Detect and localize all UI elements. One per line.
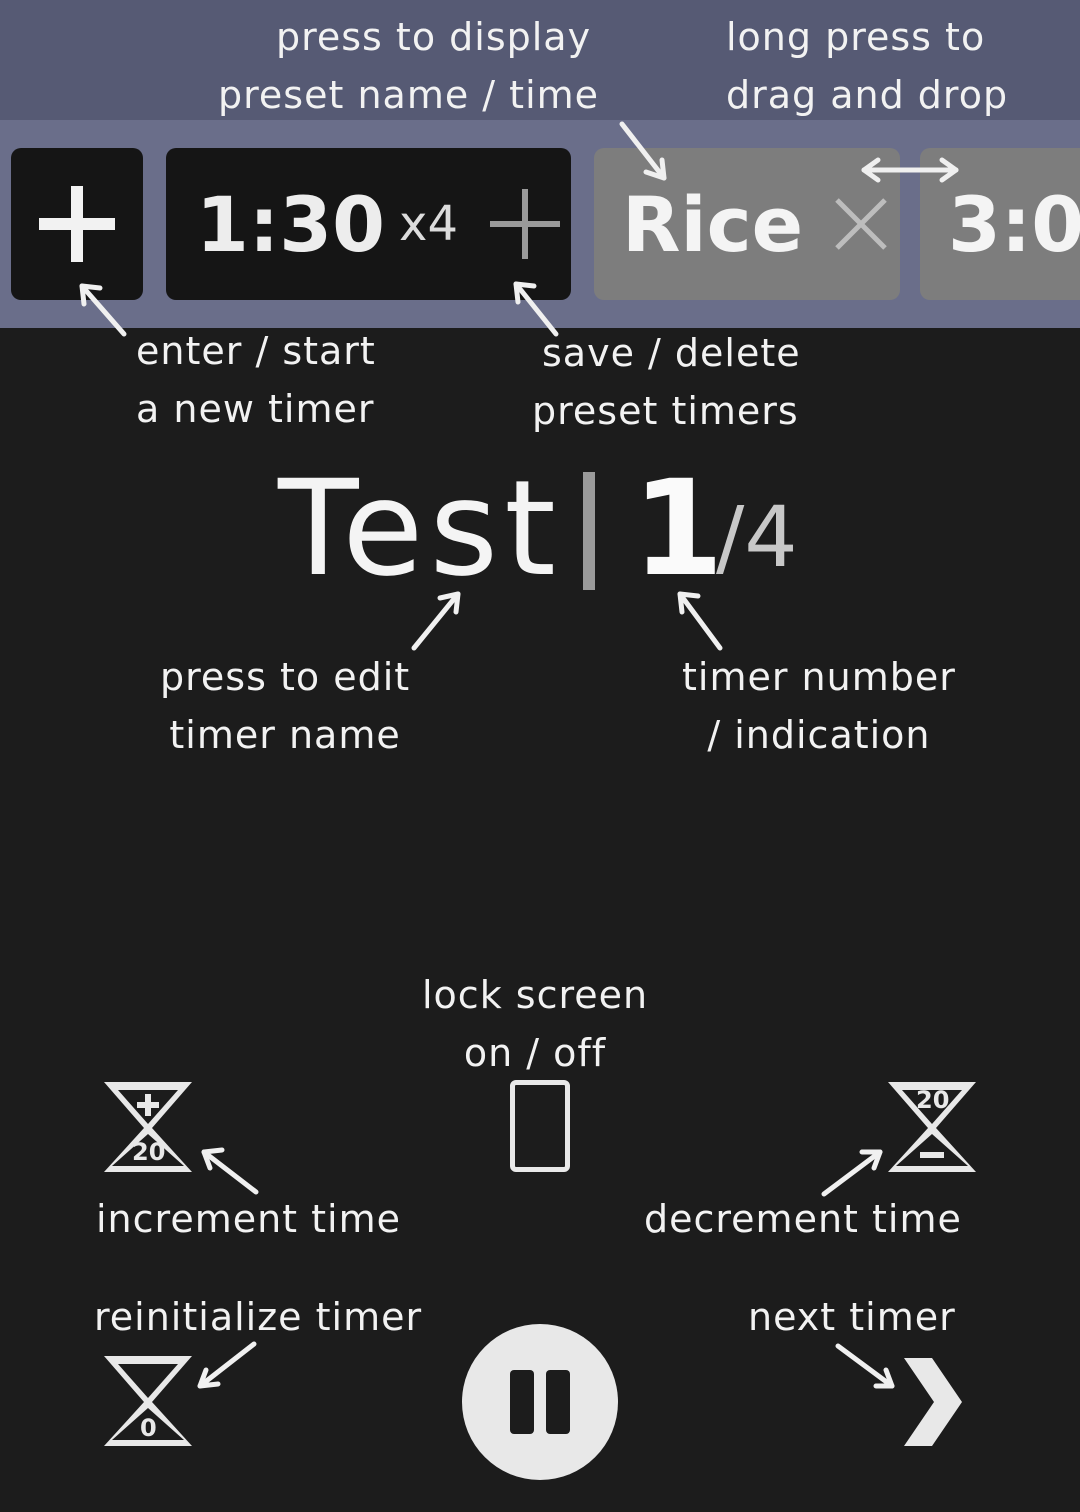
annotation-arrows	[79, 121, 959, 1389]
